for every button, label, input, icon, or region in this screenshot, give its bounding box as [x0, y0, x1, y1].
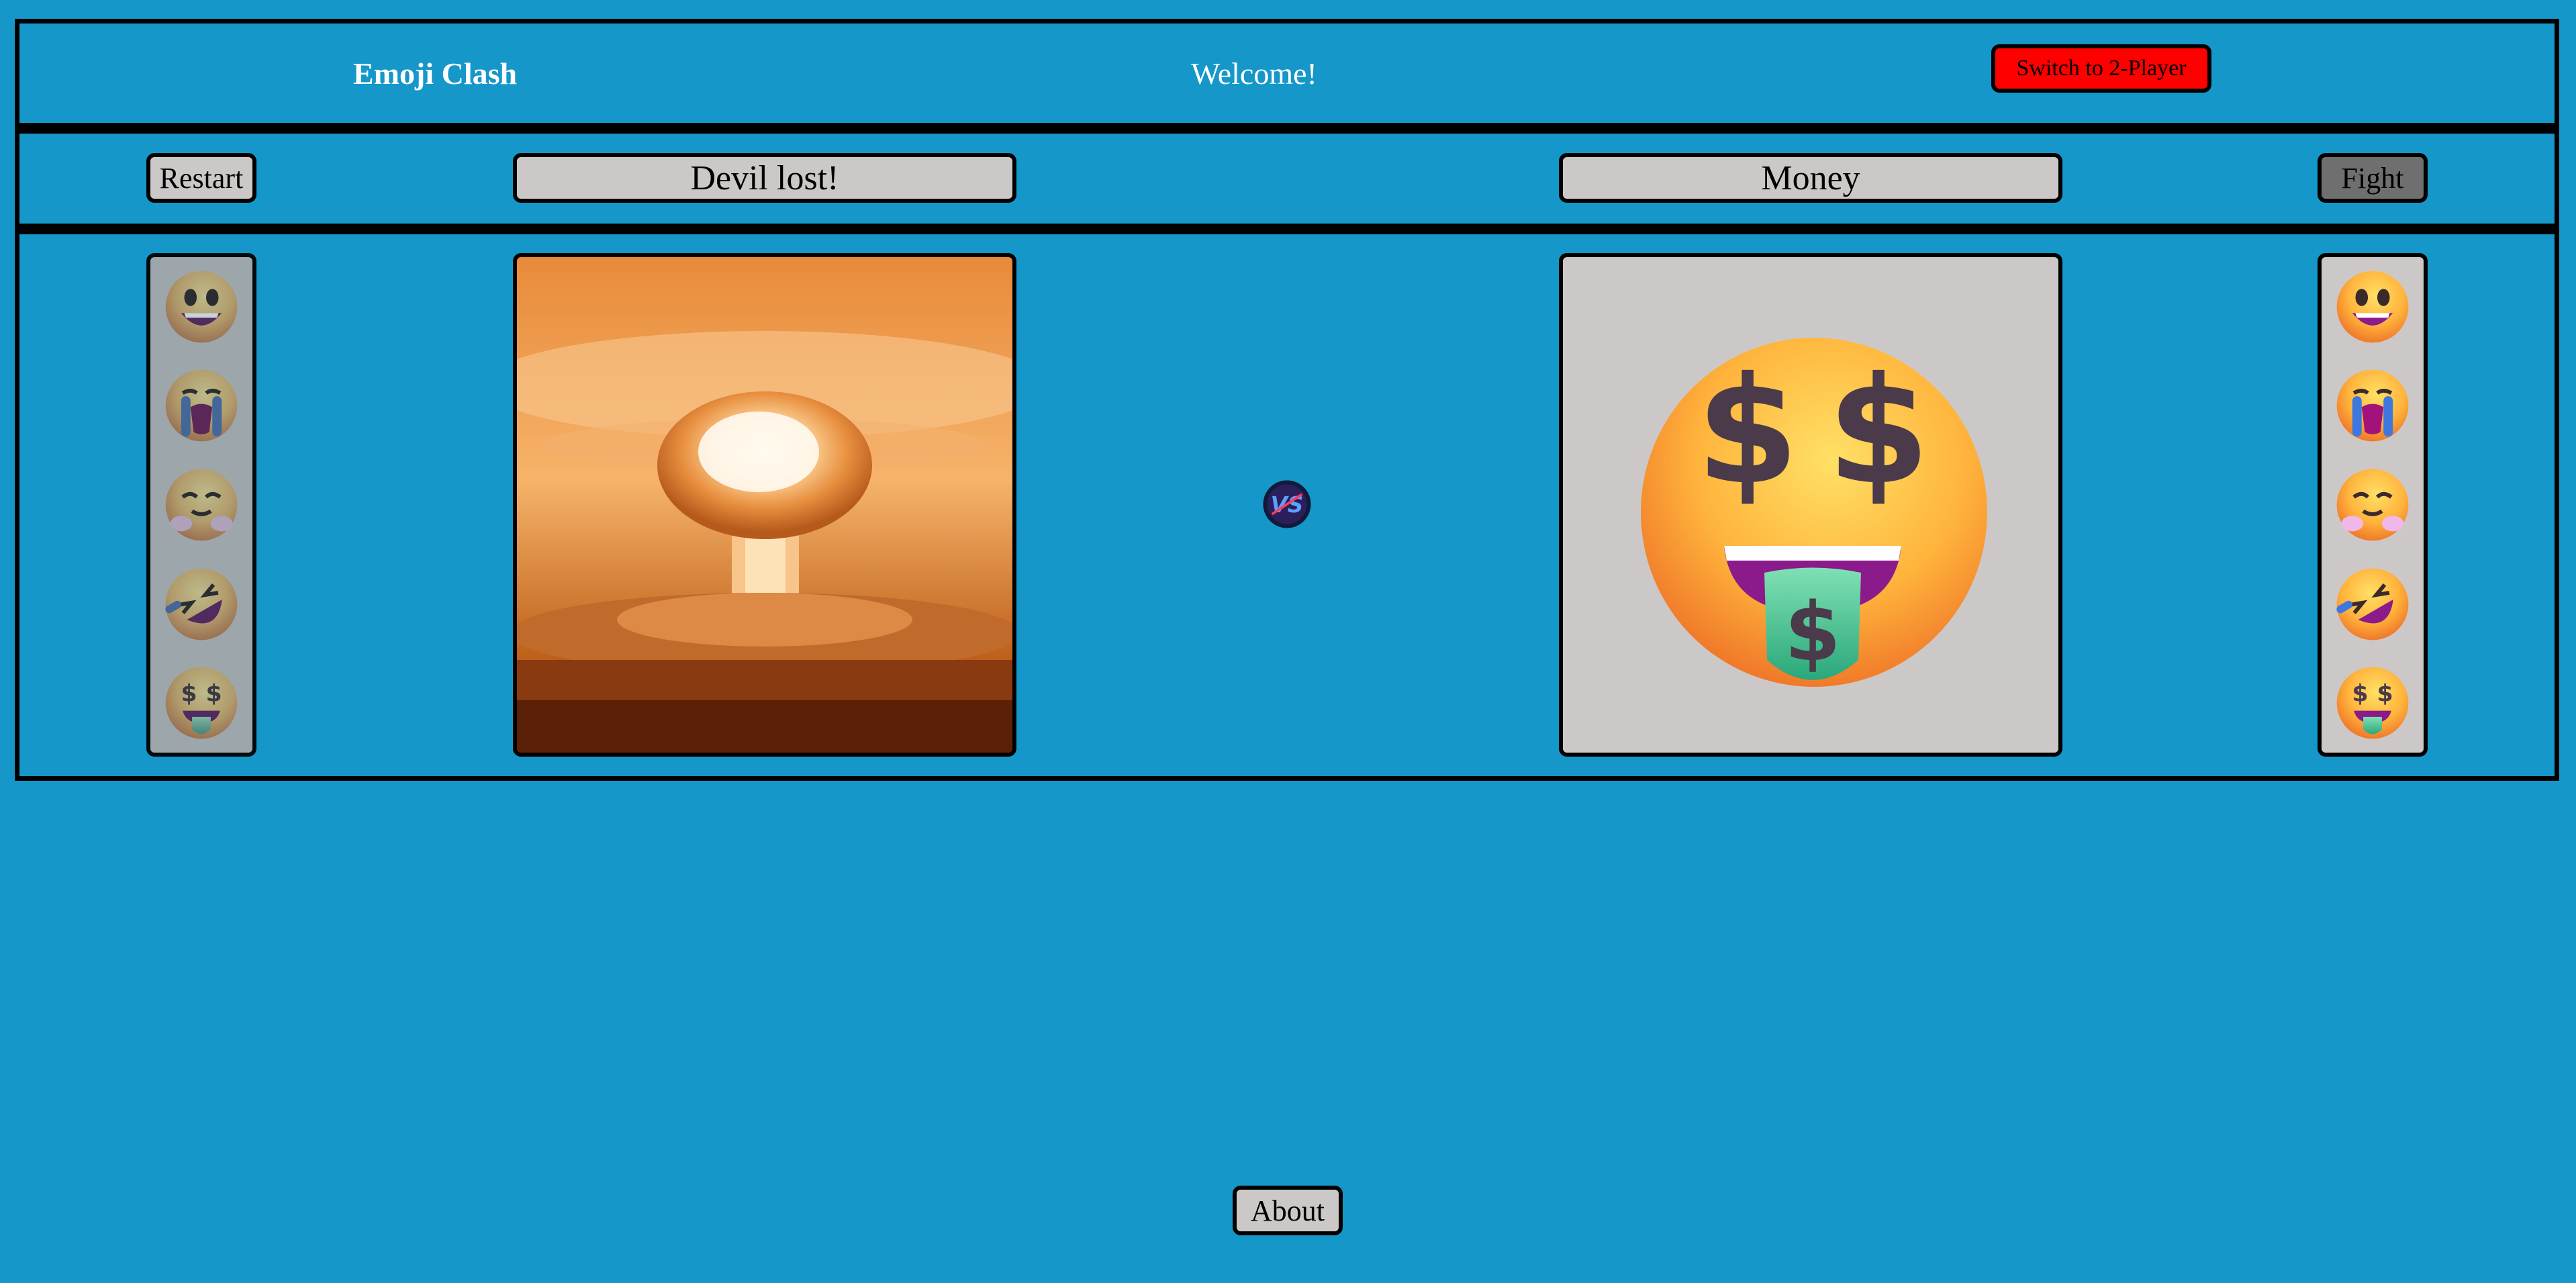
right-emoji-selector: $ $	[2318, 253, 2428, 757]
money-mouth-face-large-icon: $ $ $	[1641, 338, 1987, 687]
vs-icon: VS	[1263, 480, 1311, 528]
money-mouth-face-icon[interactable]: $ $	[2334, 664, 2412, 742]
svg-text:$: $	[181, 681, 197, 708]
about-button[interactable]: About	[1233, 1186, 1343, 1235]
explosion-image	[517, 257, 1012, 753]
svg-text:$: $	[1827, 345, 1929, 517]
right-battle-panel: $ $ $	[1559, 253, 2062, 757]
grinning-face-icon[interactable]	[2334, 268, 2412, 346]
left-emoji-selector: $ $	[146, 253, 256, 757]
rolling-on-floor-laughing-icon[interactable]	[2334, 565, 2412, 643]
left-status-label: Devil lost!	[513, 153, 1016, 203]
control-bar	[15, 128, 2559, 228]
loudly-crying-face-icon	[165, 370, 238, 442]
fight-button[interactable]: Fight	[2318, 153, 2428, 203]
app-title: Emoji Clash	[353, 56, 518, 91]
svg-text:$: $	[205, 681, 222, 708]
svg-text:$: $	[2352, 681, 2368, 708]
grinning-face-icon	[165, 271, 238, 343]
smiling-face-with-tear-icon[interactable]	[2334, 466, 2412, 544]
smiling-face-with-tear-icon	[165, 469, 238, 541]
welcome-message: Welcome!	[1191, 56, 1317, 91]
svg-text:$: $	[1784, 586, 1841, 679]
switch-mode-button[interactable]: Switch to 2-Player	[1991, 44, 2211, 93]
money-mouth-face-icon: $ $	[165, 667, 238, 739]
svg-text:$: $	[2377, 681, 2393, 708]
rolling-on-floor-laughing-icon	[165, 568, 238, 640]
left-battle-panel	[513, 253, 1016, 757]
loudly-crying-face-icon[interactable]	[2334, 367, 2412, 444]
restart-button[interactable]: Restart	[146, 153, 256, 203]
right-choice-label: Money	[1559, 153, 2062, 203]
svg-text:$: $	[1696, 345, 1799, 517]
